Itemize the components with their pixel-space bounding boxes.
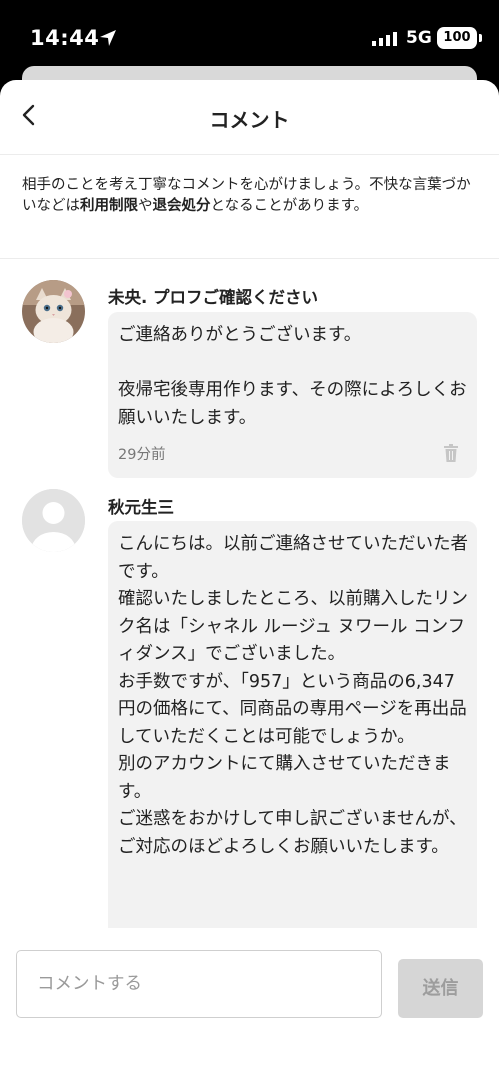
notice-text-2: や — [138, 198, 153, 214]
default-user-icon — [22, 489, 85, 552]
page-title: コメント — [209, 108, 290, 132]
comment-timestamp: 29分前 — [118, 447, 166, 463]
comment-bubble: こんにちは。以前ご連絡させていただいた者です。 確認いたしましたところ、以前購入… — [108, 521, 477, 981]
cat-avatar-icon — [22, 280, 85, 343]
notice-bold-account-termination: 退会処分 — [152, 198, 211, 214]
send-button[interactable]: 送信 — [398, 959, 483, 1018]
comment-input-bar: コメントする 送信 — [0, 928, 499, 1080]
avatar[interactable] — [22, 280, 85, 343]
comment-text: ご連絡ありがとうございます。 夜帰宅後専用作ります、その際によろしくお願いいたし… — [118, 325, 467, 428]
battery-nub — [479, 34, 482, 42]
comment-bubble: ご連絡ありがとうございます。 夜帰宅後専用作ります、その際によろしくお願いいたし… — [108, 312, 477, 478]
comment-guideline-notice: 相手のことを考え丁寧なコメントを心がけましょう。不快な言葉づかいなどは利用制限や… — [22, 175, 477, 217]
header: コメント — [0, 80, 499, 155]
comment-sheet: コメント 相手のことを考え丁寧なコメントを心がけましょう。不快な言葉づかいなどは… — [0, 80, 499, 1080]
avatar[interactable] — [22, 489, 85, 552]
trash-icon[interactable] — [443, 444, 459, 462]
comment-input[interactable]: コメントする — [16, 950, 382, 1018]
commenter-name: 秋元生三 — [108, 498, 174, 517]
divider — [0, 258, 499, 259]
location-arrow-icon — [100, 30, 116, 46]
signal-icon — [372, 32, 397, 46]
notice-bold-usage-restriction: 利用制限 — [80, 198, 138, 214]
status-time: 14:44 — [30, 26, 100, 50]
comment-text: こんにちは。以前ご連絡させていただいた者です。 確認いたしましたところ、以前購入… — [118, 534, 468, 857]
notice-text-3: となることがあります。 — [210, 198, 369, 214]
network-label: 5G — [406, 28, 432, 48]
commenter-name: 未央. プロフご確認ください — [108, 288, 319, 307]
battery-icon: 100 — [437, 27, 477, 49]
